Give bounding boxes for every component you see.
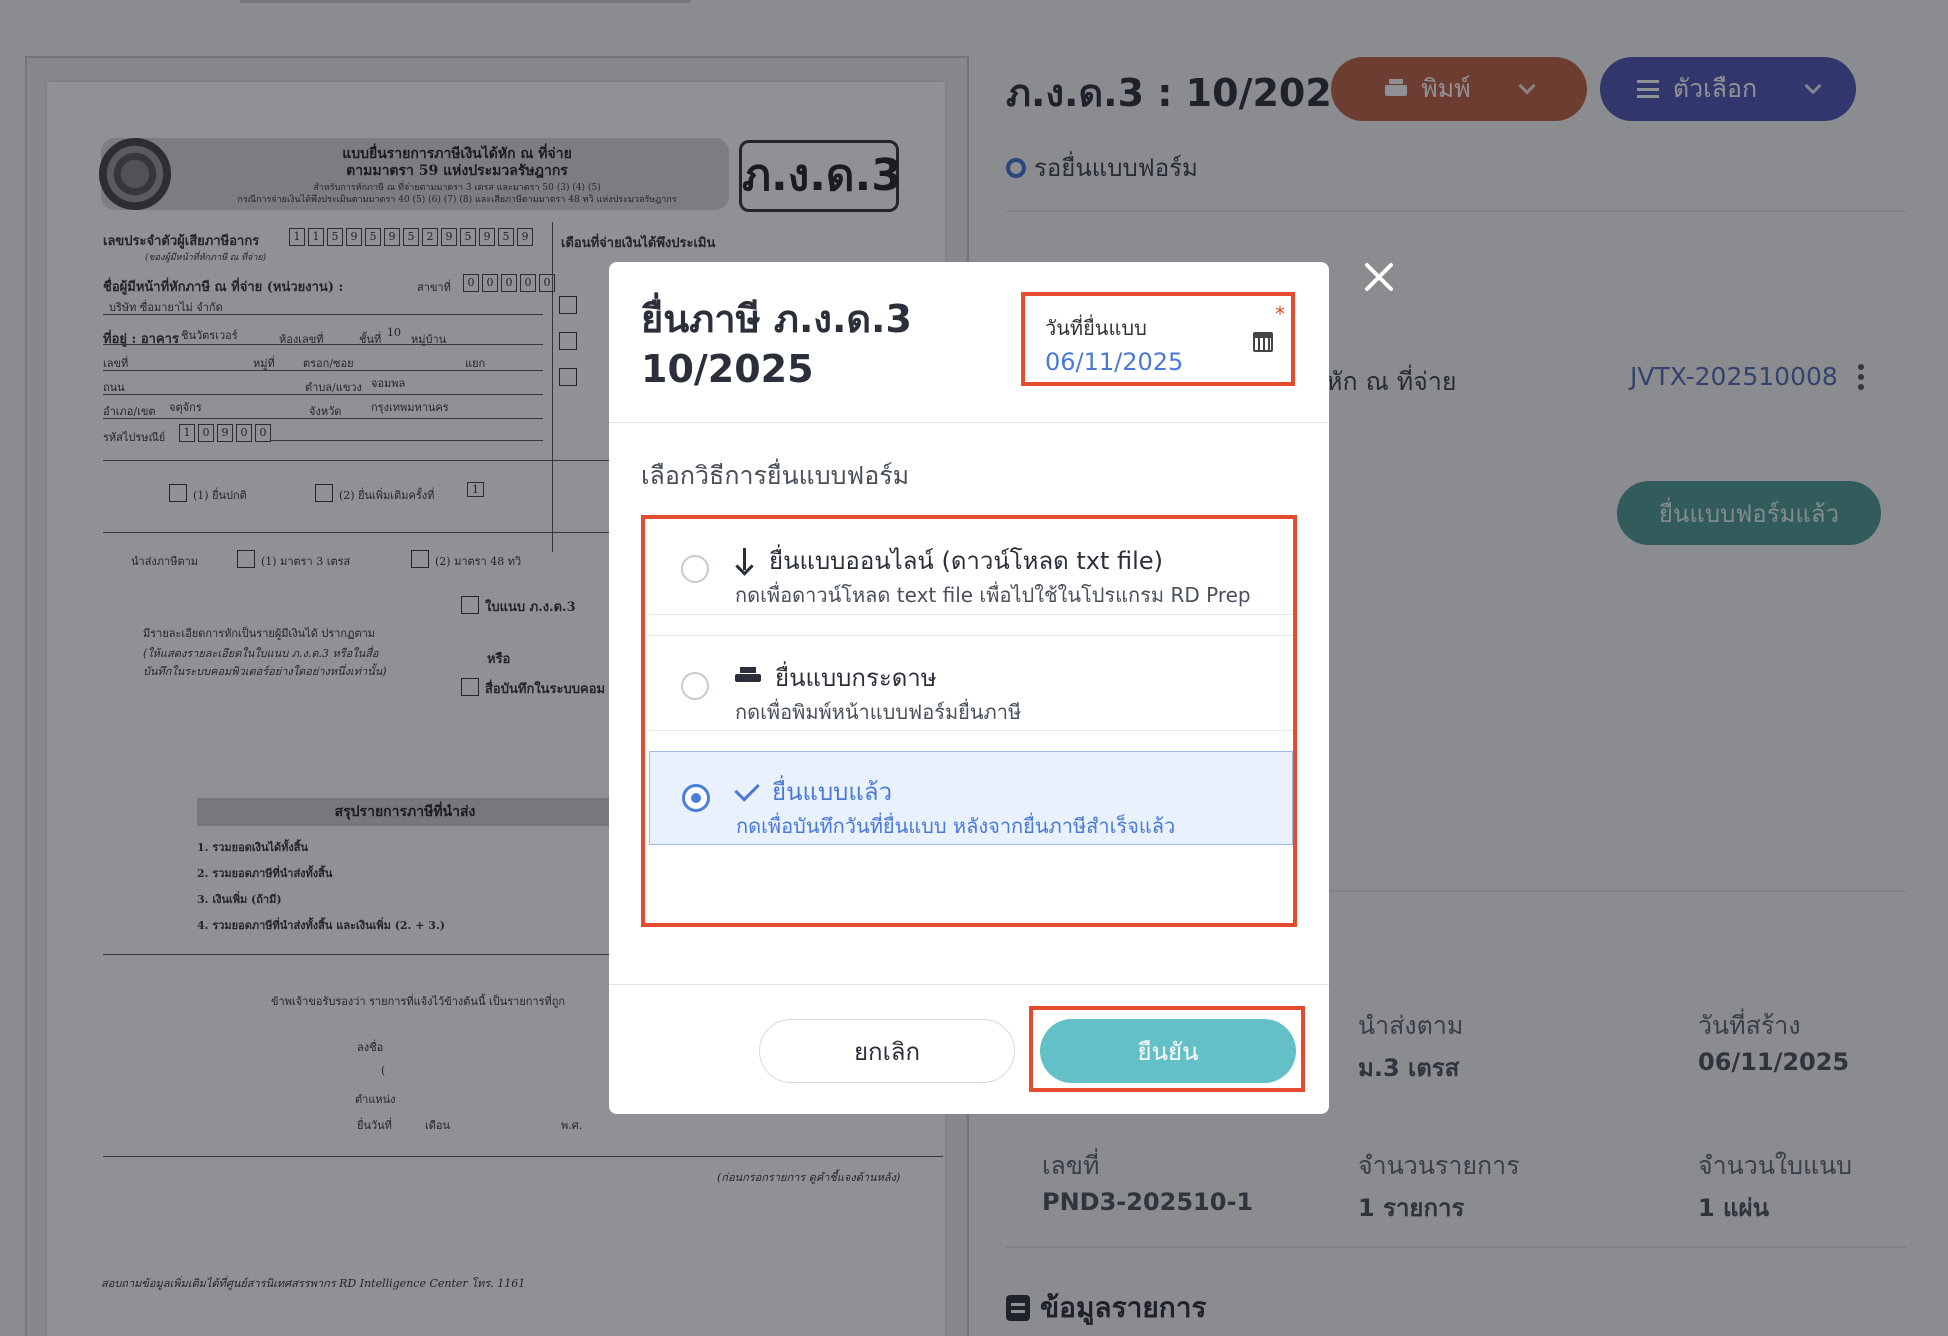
calendar-icon[interactable] xyxy=(1253,332,1273,352)
confirm-button[interactable]: ยืนยัน xyxy=(1040,1019,1296,1083)
dialog-title: ยื่นภาษี ภ.ง.ด.3 10/2025 xyxy=(641,297,912,391)
filing-date-label: วันที่ยื่นแบบ xyxy=(1045,316,1147,340)
filing-date-value[interactable]: 06/11/2025 xyxy=(1045,348,1183,376)
check-icon xyxy=(734,775,760,802)
option-online[interactable]: ยื่นแบบออนไลน์ (ดาวน์โหลด txt file) กดเพ… xyxy=(649,519,1293,615)
required-mark: * xyxy=(1275,302,1285,326)
method-subtitle: เลือกวิธีการยื่นแบบฟอร์ม xyxy=(641,461,910,490)
file-tax-dialog: ยื่นภาษี ภ.ง.ด.3 10/2025 วันที่ยื่นแบบ *… xyxy=(609,262,1329,1114)
download-icon xyxy=(735,547,755,574)
option-already-filed[interactable]: ยื่นแบบแล้ว กดเพื่อบันทึกวันที่ยื่นแบบ ห… xyxy=(649,751,1293,845)
close-icon[interactable] xyxy=(1362,260,1396,294)
option-already-filed-radio[interactable] xyxy=(682,784,710,812)
option-paper-radio[interactable] xyxy=(681,672,709,700)
cancel-button[interactable]: ยกเลิก xyxy=(759,1019,1015,1083)
option-online-radio[interactable] xyxy=(681,555,709,583)
filing-method-options: ยื่นแบบออนไลน์ (ดาวน์โหลด txt file) กดเพ… xyxy=(641,515,1297,927)
filing-date-field[interactable]: วันที่ยื่นแบบ * 06/11/2025 xyxy=(1021,292,1295,386)
printer-icon xyxy=(735,666,761,689)
option-paper[interactable]: ยื่นแบบกระดาษ กดเพื่อพิมพ์หน้าแบบฟอร์มยื… xyxy=(649,635,1293,731)
